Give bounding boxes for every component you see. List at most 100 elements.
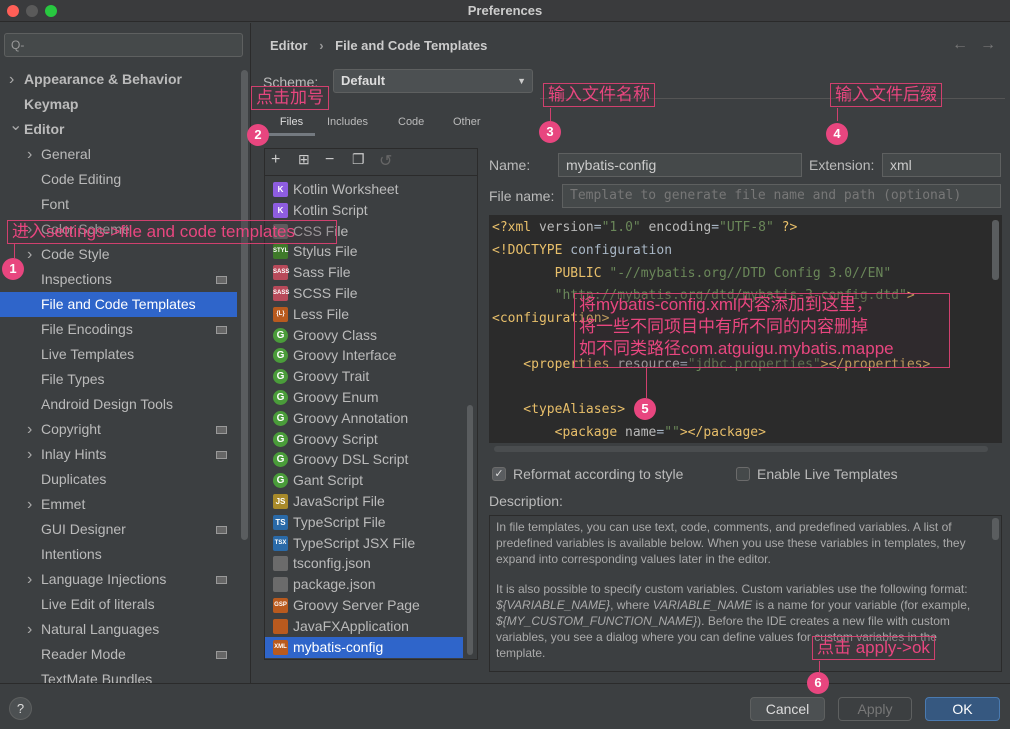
name-input[interactable]: mybatis-config	[558, 153, 802, 177]
add-child-icon[interactable]: ⊞	[298, 151, 310, 168]
sidebar-item[interactable]: › Appearance & Behavior	[0, 67, 237, 92]
sidebar-item-label: Live Templates	[41, 346, 135, 362]
sidebar-item[interactable]: Live Templates	[0, 342, 237, 367]
sidebar-item-label: File Types	[41, 371, 105, 387]
project-scope-icon	[216, 526, 227, 534]
live-templates-checkbox[interactable]	[736, 467, 750, 481]
reset-icon[interactable]: ↺	[379, 151, 392, 171]
reformat-checkbox[interactable]: ✓	[492, 467, 506, 481]
chevron-right-icon[interactable]: ›	[27, 617, 32, 642]
add-icon[interactable]: +	[271, 151, 280, 169]
ok-button[interactable]: OK	[925, 697, 1000, 721]
code-horizontal-scrollbar[interactable]	[494, 446, 988, 452]
sidebar-item[interactable]: Android Design Tools	[0, 392, 237, 417]
template-list-item[interactable]: G Groovy Interface	[265, 345, 463, 366]
template-list-item[interactable]: JavaFXApplication	[265, 616, 463, 637]
template-list-item[interactable]: XML mybatis-config	[265, 636, 463, 658]
template-list-item[interactable]: SASS SCSS File	[265, 283, 463, 304]
template-list-item[interactable]: G Groovy Script	[265, 429, 463, 450]
code-vertical-scrollbar[interactable]	[992, 220, 999, 280]
sidebar-item[interactable]: Intentions	[0, 542, 237, 567]
template-list-item[interactable]: TS TypeScript File	[265, 512, 463, 533]
sidebar-item[interactable]: ⌄ Editor	[0, 117, 237, 142]
sidebar-item-label: Android Design Tools	[41, 396, 174, 412]
scheme-value: Default	[341, 73, 386, 88]
template-list-item[interactable]: G Groovy Class	[265, 325, 463, 346]
sidebar-item[interactable]: File Encodings	[0, 317, 237, 342]
template-list-item[interactable]: K Kotlin Script	[265, 200, 463, 221]
sidebar-item[interactable]: Code Editing	[0, 167, 237, 192]
sidebar-item[interactable]: › General	[0, 142, 237, 167]
sidebar-item[interactable]: Live Edit of literals	[0, 592, 237, 617]
extension-input[interactable]: xml	[882, 153, 1001, 177]
template-list-item[interactable]: G Gant Script	[265, 470, 463, 491]
copy-icon[interactable]: ❐	[352, 151, 365, 168]
chevron-right-icon[interactable]: ›	[27, 242, 32, 267]
template-list-item[interactable]: package.json	[265, 574, 463, 595]
sidebar-item[interactable]: › Code Style	[0, 242, 237, 267]
scheme-select[interactable]: Default ▼	[333, 69, 533, 93]
template-list-item[interactable]: JS JavaScript File	[265, 491, 463, 512]
template-list-item[interactable]: tsconfig.json	[265, 553, 463, 574]
sidebar-item[interactable]: › Copyright	[0, 417, 237, 442]
sidebar-item[interactable]: › Inlay Hints	[0, 442, 237, 467]
zoom-window-button[interactable]	[45, 5, 57, 17]
chevron-right-icon[interactable]: ›	[27, 492, 32, 517]
template-list-item[interactable]: {L} Less File	[265, 304, 463, 325]
sidebar-item[interactable]: Duplicates	[0, 467, 237, 492]
settings-search-input[interactable]: Q-	[4, 33, 243, 57]
tab-other[interactable]: Other	[453, 116, 481, 136]
template-list-item[interactable]: K Kotlin Worksheet	[265, 179, 463, 200]
template-name: Gant Script	[293, 472, 364, 489]
sidebar-item[interactable]: Inspections	[0, 267, 237, 292]
chevron-right-icon[interactable]: ›	[27, 142, 32, 167]
template-list-item[interactable]: STYL Stylus File	[265, 241, 463, 262]
sidebar-item-label: Editor	[24, 121, 65, 137]
sidebar-item[interactable]: File and Code Templates	[0, 292, 237, 317]
back-arrow-icon[interactable]: ←	[952, 36, 968, 54]
sidebar-item[interactable]: Keymap	[0, 92, 237, 117]
template-list-item[interactable]: G Groovy Enum	[265, 387, 463, 408]
template-name: tsconfig.json	[293, 555, 371, 572]
sidebar-item[interactable]: File Types	[0, 367, 237, 392]
sidebar-item[interactable]: Reader Mode	[0, 642, 237, 667]
sidebar-item[interactable]: › Natural Languages	[0, 617, 237, 642]
chevron-right-icon[interactable]: ›	[27, 442, 32, 467]
sidebar-item[interactable]: › Emmet	[0, 492, 237, 517]
template-list-item[interactable]: SASS Sass File	[265, 262, 463, 283]
chevron-down-icon[interactable]: ⌄	[9, 113, 22, 138]
cancel-button[interactable]: Cancel	[750, 697, 825, 721]
template-list-item[interactable]: G Groovy DSL Script	[265, 449, 463, 470]
remove-icon[interactable]: −	[325, 151, 334, 169]
code-line: <typeAliases>	[492, 402, 626, 418]
template-list-item[interactable]: G Groovy Trait	[265, 366, 463, 387]
annotation-3-marker: 3	[539, 121, 561, 143]
help-button[interactable]: ?	[9, 697, 32, 720]
annotation-4-marker: 4	[826, 123, 848, 145]
chevron-right-icon[interactable]: ›	[27, 417, 32, 442]
sidebar-item[interactable]: GUI Designer	[0, 517, 237, 542]
forward-arrow-icon[interactable]: →	[980, 36, 996, 54]
tab-includes[interactable]: Includes	[327, 116, 368, 136]
template-list-scrollbar[interactable]	[467, 405, 473, 655]
tab-files[interactable]: Files	[268, 116, 315, 136]
description-scrollbar[interactable]	[992, 518, 999, 540]
sidebar-item[interactable]: Font	[0, 192, 237, 217]
chevron-right-icon[interactable]: ›	[9, 67, 14, 92]
kotlin-file-icon: K	[273, 182, 288, 197]
annotation-1-line	[14, 243, 15, 258]
minimize-window-button[interactable]	[26, 5, 38, 17]
template-name: Groovy Enum	[293, 389, 379, 405]
sidebar-item[interactable]: › Language Injections	[0, 567, 237, 592]
breadcrumb-parent[interactable]: Editor	[270, 38, 308, 53]
stylus-file-icon: STYL	[273, 244, 288, 260]
tab-code[interactable]: Code	[398, 116, 424, 136]
apply-button[interactable]: Apply	[838, 697, 912, 721]
file-name-input[interactable]: Template to generate file name and path …	[562, 184, 1001, 208]
close-window-button[interactable]	[7, 5, 19, 17]
sidebar-scrollbar[interactable]	[241, 70, 248, 540]
template-list-item[interactable]: G Groovy Annotation	[265, 408, 463, 429]
template-list-item[interactable]: TSX TypeScript JSX File	[265, 533, 463, 554]
chevron-right-icon[interactable]: ›	[27, 567, 32, 592]
template-list-item[interactable]: GSP Groovy Server Page	[265, 595, 463, 616]
